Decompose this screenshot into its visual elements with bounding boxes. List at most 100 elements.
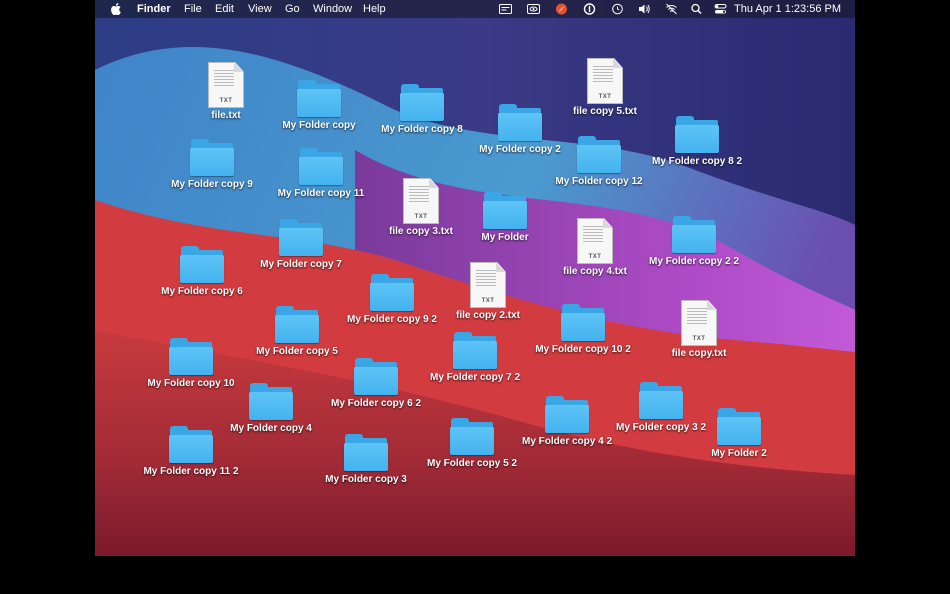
- file-extension-label: TXT: [588, 254, 602, 260]
- desktop-item-label: My Folder 2: [711, 448, 767, 459]
- folder-icon: [274, 306, 320, 344]
- desktop-folder[interactable]: My Folder: [457, 192, 553, 244]
- eye-icon[interactable]: [527, 3, 540, 15]
- control-center-icon[interactable]: [714, 3, 727, 15]
- desktop-folder[interactable]: My Folder copy 8 2: [649, 116, 745, 168]
- desktop-item-label: file copy.txt: [671, 348, 727, 359]
- desktop-folder[interactable]: My Folder copy 9 2: [344, 274, 440, 326]
- desktop-item-label: My Folder copy 12: [555, 176, 643, 187]
- volume-icon[interactable]: [638, 3, 651, 15]
- desktop-folder[interactable]: My Folder copy 3: [318, 434, 414, 486]
- desktop-folder[interactable]: My Folder copy 11: [273, 148, 369, 200]
- desktop-item-label: file copy 3.txt: [389, 226, 453, 237]
- file-extension-label: TXT: [598, 94, 612, 100]
- desktop-folder[interactable]: My Folder copy 5: [249, 306, 345, 358]
- text-document-icon: TXT: [208, 62, 244, 108]
- folder-icon: [168, 338, 214, 376]
- desktop-folder[interactable]: My Folder copy 6: [154, 246, 250, 298]
- text-document-icon: TXT: [403, 178, 439, 224]
- folder-icon: [674, 116, 720, 154]
- folder-icon: [179, 246, 225, 284]
- desktop-folder[interactable]: My Folder copy 5 2: [424, 418, 520, 470]
- menu-app-name[interactable]: Finder: [137, 3, 171, 15]
- apple-icon[interactable]: [111, 3, 122, 18]
- folder-icon: [560, 304, 606, 342]
- rocket-app-icon[interactable]: [555, 3, 568, 15]
- desktop-file[interactable]: TXT file copy 2.txt: [440, 262, 536, 322]
- desktop-folder[interactable]: My Folder copy 2 2: [646, 216, 742, 268]
- menu-file[interactable]: File: [184, 3, 202, 15]
- desktop-screen: Finder File Edit View Go Window Help Thu…: [95, 0, 855, 556]
- text-document-icon: TXT: [681, 300, 717, 346]
- desktop-file[interactable]: TXT file copy 3.txt: [373, 178, 469, 238]
- desktop-item-label: My Folder copy 11: [277, 188, 365, 199]
- desktop-file[interactable]: TXT file copy.txt: [651, 300, 747, 360]
- desktop-folder[interactable]: My Folder copy 12: [551, 136, 647, 188]
- desktop-item-label: My Folder copy 7 2: [429, 372, 521, 383]
- desktop-folder[interactable]: My Folder copy 11 2: [143, 426, 239, 478]
- spotlight-search-icon[interactable]: [690, 3, 703, 15]
- menu-edit[interactable]: Edit: [215, 3, 234, 15]
- screen-recorder-icon[interactable]: [499, 3, 512, 15]
- folder-icon: [716, 408, 762, 446]
- time-machine-icon[interactable]: [611, 3, 624, 15]
- menu-help[interactable]: Help: [363, 3, 386, 15]
- desktop-folder[interactable]: My Folder copy 7 2: [427, 332, 523, 384]
- folder-icon: [298, 148, 344, 186]
- folder-icon: [278, 219, 324, 257]
- desktop-folder[interactable]: My Folder copy: [271, 80, 367, 132]
- menu-view[interactable]: View: [248, 3, 272, 15]
- menu-window[interactable]: Window: [313, 3, 352, 15]
- desktop-item-label: My Folder copy 9: [171, 179, 253, 190]
- desktop-item-label: My Folder copy 8: [381, 124, 463, 135]
- folder-icon: [296, 80, 342, 118]
- desktop-item-label: My Folder copy 5: [256, 346, 338, 357]
- folder-icon: [248, 383, 294, 421]
- folder-icon: [452, 332, 498, 370]
- desktop-item-label: My Folder: [481, 232, 529, 243]
- wifi-off-icon[interactable]: [665, 3, 678, 15]
- text-document-icon: TXT: [587, 58, 623, 104]
- desktop-folder[interactable]: My Folder copy 6 2: [328, 358, 424, 410]
- desktop-item-label: file.txt: [211, 110, 241, 121]
- folder-icon: [343, 434, 389, 472]
- desktop-item-label: My Folder copy 3: [325, 474, 407, 485]
- folder-icon: [449, 418, 495, 456]
- menu-go[interactable]: Go: [285, 3, 300, 15]
- folder-icon: [168, 426, 214, 464]
- desktop-item-label: My Folder copy 10 2: [535, 344, 631, 355]
- desktop-folder[interactable]: My Folder 2: [691, 408, 787, 460]
- desktop-file[interactable]: TXT file copy 4.txt: [547, 218, 643, 278]
- desktop-folder[interactable]: My Folder copy 8: [374, 84, 470, 136]
- folder-icon: [189, 139, 235, 177]
- folder-icon: [399, 84, 445, 122]
- text-document-icon: TXT: [577, 218, 613, 264]
- desktop-item-label: file copy 4.txt: [563, 266, 627, 277]
- desktop-item-label: My Folder copy 8 2: [651, 156, 743, 167]
- desktop-item-label: My Folder copy 2 2: [648, 256, 740, 267]
- desktop-file[interactable]: TXT file.txt: [178, 62, 274, 122]
- folder-icon: [576, 136, 622, 174]
- menu-clock[interactable]: Thu Apr 1 1:23:56 PM: [734, 3, 841, 15]
- desktop-folder[interactable]: My Folder copy 4 2: [519, 396, 615, 448]
- file-extension-label: TXT: [414, 214, 428, 220]
- desktop-item-label: My Folder copy 6: [161, 286, 243, 297]
- desktop-folder[interactable]: My Folder copy 9: [164, 139, 260, 191]
- desktop-file[interactable]: TXT file copy 5.txt: [557, 58, 653, 118]
- file-extension-label: TXT: [219, 98, 233, 104]
- desktop-item-label: My Folder copy 11 2: [143, 466, 239, 477]
- desktop-item-label: My Folder copy 9 2: [346, 314, 438, 325]
- folder-icon: [482, 192, 528, 230]
- desktop-folder[interactable]: My Folder copy 7: [253, 219, 349, 271]
- folder-icon: [671, 216, 717, 254]
- folder-icon: [638, 382, 684, 420]
- desktop-item-label: file copy 2.txt: [456, 310, 520, 321]
- desktop-item-label: My Folder copy 6 2: [330, 398, 422, 409]
- one-password-icon[interactable]: [583, 3, 596, 15]
- folder-icon: [369, 274, 415, 312]
- desktop-item-label: file copy 5.txt: [573, 106, 637, 117]
- desktop-item-label: My Folder copy 7: [260, 259, 342, 270]
- folder-icon: [353, 358, 399, 396]
- text-document-icon: TXT: [470, 262, 506, 308]
- desktop-folder[interactable]: My Folder copy 10 2: [535, 304, 631, 356]
